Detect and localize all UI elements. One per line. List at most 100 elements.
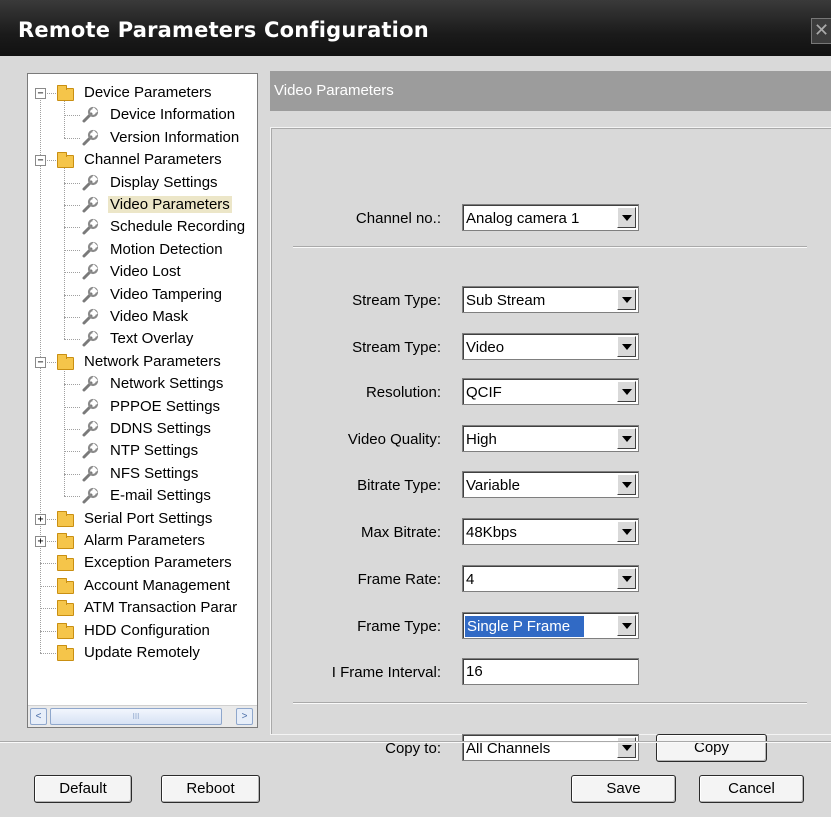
tree-connector xyxy=(64,205,80,206)
selected-value: Variable xyxy=(466,477,520,494)
tree-leaf-node[interactable]: Schedule Recording xyxy=(28,216,257,238)
tree-folder-node[interactable]: Update Remotely xyxy=(28,642,257,664)
tree-node-label: Alarm Parameters xyxy=(84,532,205,549)
tree-leaf-node[interactable]: Video Mask xyxy=(28,306,257,328)
tree-connector xyxy=(64,227,80,229)
form-row: Stream Type: Sub Stream xyxy=(271,286,831,316)
tree-folder-node[interactable]: HDD Configuration xyxy=(28,620,257,642)
text-input[interactable] xyxy=(466,662,631,681)
folder-icon xyxy=(57,577,74,594)
tree-folder-node[interactable]: ATM Transaction Parar xyxy=(28,597,257,619)
wrench-icon xyxy=(81,286,99,304)
tree-leaf-node[interactable]: Version Information xyxy=(28,127,257,149)
tree-leaf-node[interactable]: Video Tampering xyxy=(28,284,257,306)
wrench-icon xyxy=(81,308,99,326)
tree-folder-node[interactable]: + Alarm Parameters xyxy=(28,530,257,552)
scroll-left-icon[interactable]: < xyxy=(30,708,47,725)
chevron-down-icon[interactable] xyxy=(617,474,636,495)
tree-connector xyxy=(64,182,80,184)
scroll-right-icon[interactable]: > xyxy=(236,708,253,725)
collapse-icon[interactable]: − xyxy=(35,155,46,167)
tree-connector xyxy=(40,608,56,610)
selected-value: Sub Stream xyxy=(466,292,546,309)
save-button[interactable]: Save xyxy=(571,775,676,803)
copy-button[interactable]: Copy xyxy=(656,734,767,762)
tree-folder-node[interactable]: + Serial Port Settings xyxy=(28,508,257,530)
wrench-icon xyxy=(81,106,99,124)
collapse-icon[interactable]: − xyxy=(35,356,46,368)
tree-connector xyxy=(64,137,80,139)
chevron-down-icon[interactable] xyxy=(617,381,636,402)
reboot-button[interactable]: Reboot xyxy=(161,775,260,803)
chevron-down-icon[interactable] xyxy=(617,521,636,542)
i-frame-interval-input[interactable] xyxy=(462,658,639,685)
chevron-down-icon[interactable] xyxy=(617,207,636,228)
tree-node-label: HDD Configuration xyxy=(84,621,210,639)
field-label: Video Quality: xyxy=(347,431,441,448)
default-button[interactable]: Default xyxy=(34,775,132,803)
form-row: Resolution: QCIF xyxy=(271,378,831,408)
close-icon[interactable]: ✕ xyxy=(811,18,831,44)
tree-leaf-node[interactable]: E-mail Settings xyxy=(28,485,257,507)
dropdown-select[interactable]: Video xyxy=(462,333,639,360)
tree-leaf-node[interactable]: Video Lost xyxy=(28,261,257,283)
cancel-button[interactable]: Cancel xyxy=(699,775,804,803)
wrench-icon xyxy=(81,442,99,460)
dropdown-select[interactable]: QCIF xyxy=(462,378,639,405)
expand-icon[interactable]: + xyxy=(35,536,46,547)
expand-icon[interactable]: + xyxy=(35,513,46,525)
field-label: I Frame Interval: xyxy=(331,664,441,681)
wrench-icon xyxy=(81,263,99,281)
tree-connector xyxy=(64,429,80,430)
selected-value: QCIF xyxy=(466,384,502,401)
dropdown-select[interactable]: Single P Frame xyxy=(462,612,639,639)
dropdown-select[interactable]: 4 xyxy=(462,565,639,592)
tree-leaf-node[interactable]: Display Settings xyxy=(28,172,257,194)
tree-node-label: Channel Parameters xyxy=(84,151,222,169)
tree-horizontal-scrollbar[interactable]: < III > xyxy=(28,705,257,727)
chevron-down-icon[interactable] xyxy=(617,615,636,636)
form-row: Bitrate Type: Variable xyxy=(271,471,831,501)
tree-leaf-node[interactable]: Device Information xyxy=(28,104,257,126)
tree-connector xyxy=(64,317,80,318)
channel-select[interactable]: Analog camera 1 xyxy=(462,204,639,231)
chevron-down-icon[interactable] xyxy=(617,568,636,589)
chevron-down-icon[interactable] xyxy=(617,289,636,310)
dropdown-select[interactable]: Variable xyxy=(462,471,639,498)
tree-leaf-node[interactable]: NFS Settings xyxy=(28,463,257,485)
tree-folder-node[interactable]: − Channel Parameters xyxy=(28,149,257,171)
tree-leaf-node[interactable]: DDNS Settings xyxy=(28,418,257,440)
tree-leaf-node[interactable]: NTP Settings xyxy=(28,440,257,462)
collapse-icon[interactable]: − xyxy=(35,88,46,99)
copy-to-row: Copy to: All Channels Copy xyxy=(271,734,831,764)
tree-node-label: Video Tampering xyxy=(110,285,223,303)
dropdown-select[interactable]: 48Kbps xyxy=(462,518,639,545)
scrollbar-thumb[interactable]: III xyxy=(50,708,222,725)
tree-node-label: Video Lost xyxy=(110,263,181,281)
tree-leaf-node[interactable]: PPPOE Settings xyxy=(28,396,257,418)
section-header: Video Parameters xyxy=(270,71,831,111)
tree-connector xyxy=(64,496,80,498)
chevron-down-icon[interactable] xyxy=(617,428,636,449)
dropdown-select[interactable]: Sub Stream xyxy=(462,286,639,313)
tree-leaf-node[interactable]: Network Settings xyxy=(28,373,257,395)
divider xyxy=(293,702,807,704)
wrench-icon xyxy=(81,487,99,505)
dropdown-select[interactable]: High xyxy=(462,425,639,452)
tree-folder-node[interactable]: − Network Parameters xyxy=(28,351,257,373)
folder-icon xyxy=(57,600,74,617)
folder-icon xyxy=(57,533,74,549)
chevron-down-icon[interactable] xyxy=(617,336,636,357)
copy-to-select[interactable]: All Channels xyxy=(462,734,639,761)
tree-folder-node[interactable]: − Device Parameters xyxy=(28,82,257,104)
tree-leaf-node[interactable]: Video Parameters xyxy=(28,194,257,216)
section-title: Video Parameters xyxy=(274,82,394,99)
tree-node-label: Serial Port Settings xyxy=(84,509,213,527)
form-row: Stream Type: Video xyxy=(271,333,831,363)
tree-folder-node[interactable]: Account Management xyxy=(28,575,257,597)
tree-connector xyxy=(64,451,80,453)
tree-leaf-node[interactable]: Motion Detection xyxy=(28,239,257,261)
tree-folder-node[interactable]: Exception Parameters xyxy=(28,552,257,574)
wrench-icon xyxy=(81,465,99,483)
tree-leaf-node[interactable]: Text Overlay xyxy=(28,328,257,350)
